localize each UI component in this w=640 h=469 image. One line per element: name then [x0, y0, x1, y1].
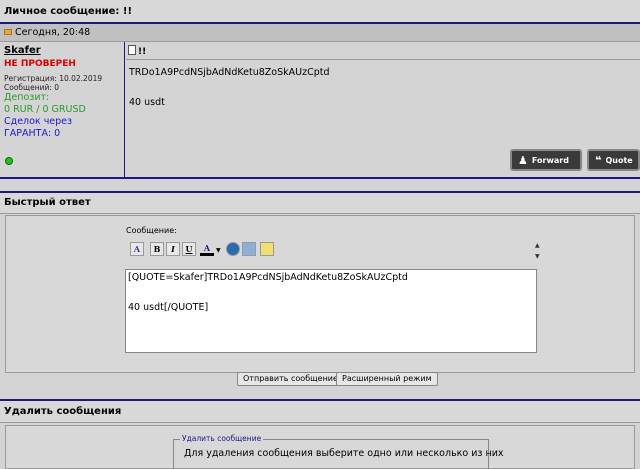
page-title: Личное сообщение: !!	[0, 0, 640, 24]
delete-messages-title: Удалить сообщения	[0, 399, 640, 423]
post-date-row: Сегодня, 20:48	[0, 24, 640, 42]
guarant-count: ГАРАНТА: 0	[4, 128, 61, 139]
italic-button[interactable]: I	[166, 242, 180, 256]
author-panel: Skafer НЕ ПРОВЕРЕН Регистрация: 10.02.20…	[0, 42, 125, 179]
post-body-line: 40 usdt	[129, 97, 165, 108]
post-body: TRDo1A9PcdNSjbAdNdKetu8ZoSkAUzCptd 40 us…	[129, 67, 330, 108]
send-message-button[interactable]: Отправить сообщение	[237, 372, 344, 386]
quick-reply-title: Быстрый ответ	[0, 191, 640, 214]
post-subject: !!	[138, 47, 147, 57]
scroll-down-icon[interactable]: ▼	[535, 253, 540, 260]
message-post: Skafer НЕ ПРОВЕРЕН Регистрация: 10.02.20…	[0, 42, 640, 179]
advanced-mode-button[interactable]: Расширенный режим	[336, 372, 438, 386]
delete-instructions: Для удаления сообщения выберите одно или…	[184, 448, 504, 459]
scroll-up-icon[interactable]: ▲	[535, 242, 540, 249]
user-icon: ♟	[518, 153, 528, 167]
editor-toolbar: A B I U A ▼ ▲ ▼	[127, 240, 543, 262]
folder-icon	[4, 29, 12, 35]
post-content: !! TRDo1A9PcdNSjbAdNdKetu8ZoSkAUzCptd 40…	[126, 42, 640, 179]
deposit-label: Депозит:	[4, 92, 50, 103]
forward-button[interactable]: ♟ Forward	[510, 149, 582, 171]
textarea-line: 40 usdt[/QUOTE]	[128, 302, 209, 313]
chevron-down-icon[interactable]: ▼	[216, 247, 221, 254]
author-registration: Регистрация: 10.02.2019	[4, 74, 103, 83]
quote-icon: ❝	[595, 153, 602, 167]
textarea-line: [QUOTE=Skafer]TRDo1A9PcdNSjbAdNdKetu8ZoS…	[128, 272, 408, 283]
message-label: Сообщение:	[126, 226, 177, 235]
post-header: !!	[126, 42, 640, 60]
underline-button[interactable]: U	[182, 242, 196, 256]
image-icon[interactable]	[242, 242, 256, 256]
quote-button[interactable]: ❝ Quote	[587, 149, 640, 171]
online-status-icon	[5, 157, 13, 165]
font-style-icon[interactable]: A	[130, 242, 144, 256]
message-textarea[interactable]: [QUOTE=Skafer]TRDo1A9PcdNSjbAdNdKetu8ZoS…	[125, 269, 537, 353]
author-status: НЕ ПРОВЕРЕН	[4, 59, 76, 69]
link-icon[interactable]	[226, 242, 240, 256]
bold-button[interactable]: B	[150, 242, 164, 256]
author-messages: Сообщений: 0	[4, 83, 60, 92]
author-name-link[interactable]: Skafer	[4, 45, 120, 56]
deposit-value: 0 RUR / 0 GRUSD	[4, 104, 86, 115]
deals-label: Сделок через	[4, 116, 73, 127]
document-icon	[128, 45, 136, 55]
post-body-line: TRDo1A9PcdNSjbAdNdKetu8ZoSkAUzCptd	[129, 67, 330, 78]
post-date: Сегодня, 20:48	[15, 27, 91, 38]
delete-legend: Удалить сообщение	[180, 434, 264, 443]
quote-insert-icon[interactable]	[260, 242, 274, 256]
text-color-button[interactable]: A	[200, 242, 214, 256]
